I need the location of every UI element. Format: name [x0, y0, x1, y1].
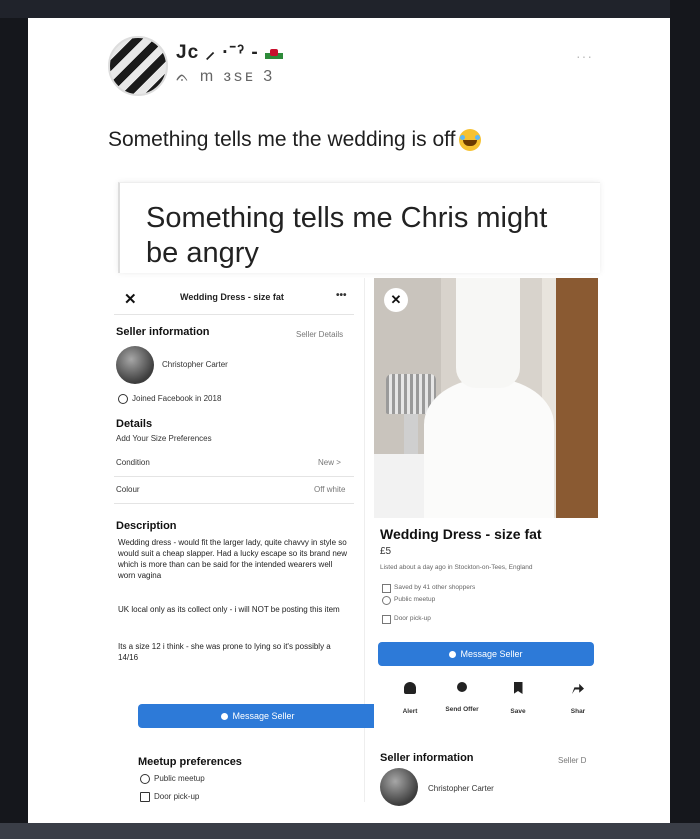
meetup-public: Public meetup	[154, 774, 205, 783]
divider	[114, 476, 354, 477]
description-text-3: Its a size 12 i think - she was prone to…	[118, 642, 331, 662]
wedding-dress-photo[interactable]: ✕	[374, 278, 598, 518]
alert-label: Alert	[402, 708, 418, 715]
right-dark-margin	[670, 0, 700, 839]
listing-title: Wedding Dress - size fat	[380, 526, 542, 542]
post-meta: ᨊ m ɜsᴇ 3	[176, 68, 276, 85]
public-meetup: Public meetup	[394, 596, 436, 603]
seller-details-link[interactable]: Seller Details	[296, 330, 343, 339]
condition-label: Condition	[116, 458, 150, 467]
saved-count: Saved by 41 other shoppers	[394, 584, 476, 591]
meme-caption-box: Something tells me Chris might be angry	[118, 182, 600, 273]
author-avatar[interactable]	[108, 36, 168, 96]
divider	[114, 314, 354, 315]
close-icon[interactable]: ✕	[124, 290, 137, 308]
share-action[interactable]: Shar	[556, 682, 600, 718]
description-heading: Description	[116, 520, 177, 532]
lamp-base	[404, 414, 418, 454]
save-action[interactable]: Save	[496, 682, 540, 718]
bookmark-icon	[513, 682, 523, 694]
door-icon	[140, 792, 150, 802]
author-name[interactable]: Jc ⸝ ·⁻ˀ -	[176, 38, 283, 64]
send-offer-action[interactable]: Send Offer	[440, 682, 484, 716]
seller-info-heading: Seller information	[116, 326, 210, 338]
location-icon	[140, 774, 150, 784]
seller-name[interactable]: Christopher Carter	[428, 784, 494, 793]
message-seller-button[interactable]: Message Seller	[138, 704, 378, 728]
description-text-1: Wedding dress - would fit the larger lad…	[118, 538, 348, 580]
bottom-dark-band	[0, 823, 700, 839]
seller-info-heading: Seller information	[380, 752, 474, 764]
bookmark-icon	[382, 584, 391, 593]
messenger-icon	[221, 713, 229, 721]
left-dark-margin	[0, 0, 28, 839]
divider	[114, 503, 354, 504]
listed-info: Listed about a day ago in Stockton-on-Te…	[380, 564, 533, 571]
more-options-icon[interactable]: ···	[576, 48, 593, 64]
save-label: Save	[510, 708, 526, 715]
message-seller-button[interactable]: Message Seller	[378, 642, 594, 666]
door-icon	[382, 615, 391, 624]
size-preferences-link[interactable]: Add Your Size Preferences	[116, 434, 212, 443]
meetup-heading: Meetup preferences	[138, 756, 242, 768]
author-name-text[interactable]: Jc ⸝ ·⁻ˀ -	[176, 42, 259, 63]
colour-label: Colour	[116, 485, 140, 494]
share-icon	[572, 683, 584, 694]
seller-name[interactable]: Christopher Carter	[162, 360, 228, 369]
listing-title: Wedding Dress - size fat	[180, 292, 284, 302]
joined-text: Joined Facebook in 2018	[132, 394, 222, 403]
marketplace-listing-left: ✕ Wedding Dress - size fat ••• Seller in…	[108, 278, 378, 802]
seller-avatar[interactable]	[116, 346, 154, 384]
message-seller-label: Message Seller	[232, 711, 295, 721]
person-icon	[457, 682, 467, 692]
post-card: Jc ⸝ ·⁻ˀ - ᨊ m ɜsᴇ 3 ··· Something tells…	[28, 18, 670, 823]
meetup-door: Door pick-up	[154, 792, 200, 801]
marketplace-listing-right: ✕ Wedding Dress - size fat £5 Listed abo…	[374, 278, 600, 806]
shared-meme-image[interactable]: Something tells me Chris might be angry …	[108, 182, 600, 806]
details-heading: Details	[116, 418, 153, 430]
wales-flag-icon	[264, 46, 283, 59]
alert-action[interactable]: Alert	[388, 682, 432, 718]
seller-details-link[interactable]: Seller D	[558, 756, 586, 765]
share-label: Shar	[570, 708, 586, 715]
dress-bodice	[456, 278, 520, 388]
facebook-icon	[118, 394, 128, 404]
more-icon[interactable]: •••	[336, 290, 347, 301]
message-seller-label: Message Seller	[460, 649, 523, 659]
bell-icon	[404, 682, 416, 694]
post-text-content: Something tells me the wedding is off	[108, 128, 456, 151]
colour-value: Off white	[314, 485, 346, 494]
description-text-2: UK local only as its collect only - i wi…	[118, 605, 340, 614]
door-pickup: Door pick-up	[394, 615, 431, 622]
send-offer-label: Send Offer	[445, 706, 479, 713]
messenger-icon	[449, 651, 457, 659]
post-text: Something tells me the wedding is off	[108, 128, 482, 152]
dress-skirt	[424, 378, 554, 518]
location-icon	[382, 596, 391, 605]
laughing-emoji-icon	[459, 129, 482, 152]
listing-price: £5	[380, 546, 392, 557]
top-dark-band	[0, 0, 700, 18]
close-icon[interactable]: ✕	[384, 288, 408, 312]
meme-caption-text: Something tells me Chris might be angry	[146, 202, 548, 269]
condition-value[interactable]: New >	[318, 458, 341, 467]
seller-avatar[interactable]	[380, 768, 418, 806]
